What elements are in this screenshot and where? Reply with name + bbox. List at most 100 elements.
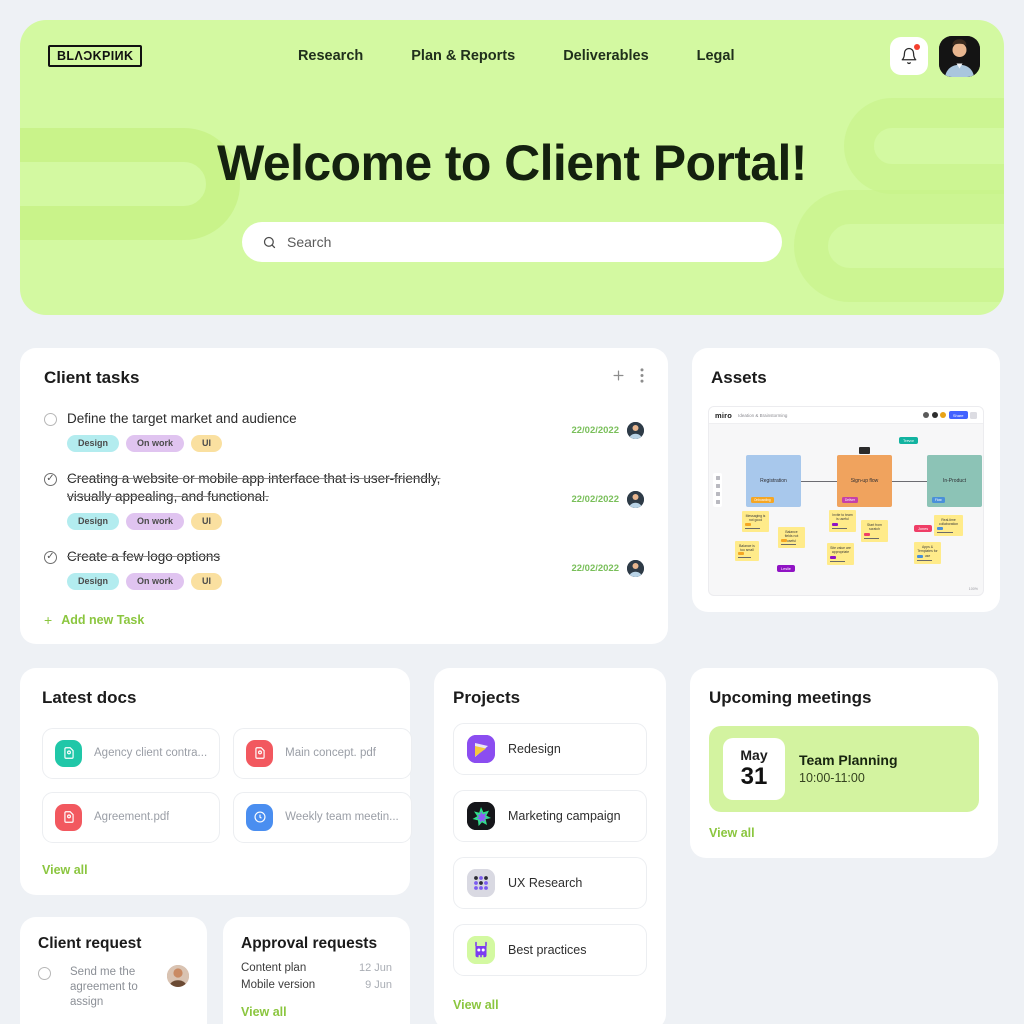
user-avatar[interactable] bbox=[938, 35, 980, 77]
board-sticky-note: Real-time collaboration bbox=[934, 515, 963, 536]
task-checkbox[interactable] bbox=[44, 472, 57, 486]
table-row[interactable]: Create a few logo options Design On work… bbox=[44, 548, 644, 590]
search-bar[interactable] bbox=[242, 222, 782, 262]
list-item[interactable]: Agreement.pdf bbox=[42, 791, 221, 843]
task-date: 22/02/2022 bbox=[571, 425, 619, 437]
board-node-label: In-Product bbox=[942, 478, 967, 484]
project-name: Marketing campaign bbox=[508, 808, 621, 823]
board-toolbar: miro Ideation & Brainstorming Share bbox=[709, 407, 983, 424]
board-sticky-note: Messaging is not good bbox=[742, 511, 769, 532]
miro-logo: miro bbox=[715, 410, 733, 420]
clock-icon bbox=[246, 803, 274, 831]
star-burst-icon bbox=[467, 801, 495, 830]
meetings-view-all-link[interactable]: View all bbox=[709, 826, 755, 840]
list-item[interactable]: Content plan 12 Jun bbox=[241, 962, 392, 974]
board-sticky-note: Balance is too small bbox=[735, 541, 759, 561]
list-item[interactable]: Marketing campaign bbox=[453, 789, 647, 842]
hero-content: Welcome to Client Portal! bbox=[20, 92, 1004, 262]
table-row[interactable]: Creating a website or mobile app interfa… bbox=[44, 470, 644, 530]
doc-name: Agreement.pdf bbox=[94, 811, 170, 823]
list-item[interactable]: Best practices bbox=[453, 923, 647, 976]
brand-logo[interactable]: BLΛƆKPIИK bbox=[48, 45, 143, 67]
approval-requests-card: Approval requests Content plan 12 Jun Mo… bbox=[223, 916, 410, 1024]
approval-name: Content plan bbox=[241, 961, 307, 974]
list-item[interactable]: Agency client contra... bbox=[42, 727, 221, 779]
task-tags: Design On work UI bbox=[67, 512, 571, 530]
board-tool-palette bbox=[713, 473, 722, 507]
meeting-day: 31 bbox=[740, 762, 768, 790]
notifications-button[interactable] bbox=[889, 37, 928, 75]
project-name: Redesign bbox=[508, 741, 561, 756]
board-node-in-product: In-Product Flow bbox=[927, 455, 982, 507]
tag-design: Design bbox=[67, 434, 120, 452]
task-tags: Design On work UI bbox=[67, 434, 571, 452]
nav-item-legal[interactable]: Legal bbox=[697, 48, 735, 64]
request-checkbox[interactable] bbox=[38, 966, 51, 980]
board-zoom-level: 100% bbox=[968, 587, 978, 591]
board-node-registration: Registration Onboarding bbox=[746, 455, 801, 507]
board-connector bbox=[892, 481, 930, 482]
meeting-date-badge: May 31 bbox=[723, 737, 785, 800]
tag-ui: UI bbox=[191, 512, 223, 530]
add-new-task-label: Add new Task bbox=[61, 612, 145, 627]
document-icon bbox=[55, 803, 82, 831]
nav-item-plan-reports[interactable]: Plan & Reports bbox=[411, 48, 515, 64]
left-column: Latest docs Agency client contra... Main… bbox=[20, 667, 412, 1024]
board-share-button[interactable]: Share bbox=[948, 411, 968, 419]
add-new-task-button[interactable]: + Add new Task bbox=[44, 612, 644, 628]
board-node-chip: Deliver bbox=[842, 497, 858, 503]
list-item[interactable]: May 31 Team Planning 10:00-11:00 bbox=[709, 725, 979, 812]
dashboard-row-one: Client tasks Define the target market an… bbox=[20, 348, 1004, 644]
more-vertical-icon bbox=[640, 368, 644, 383]
upcoming-meetings-title: Upcoming meetings bbox=[709, 687, 872, 707]
meeting-name: Team Planning bbox=[799, 752, 898, 768]
board-menu-icon bbox=[970, 411, 977, 419]
document-icon bbox=[55, 739, 82, 767]
add-task-icon-button[interactable] bbox=[611, 368, 626, 383]
hero-banner: BLΛƆKPIИK Research Plan & Reports Delive… bbox=[20, 20, 1004, 315]
task-assignee-avatar bbox=[627, 560, 644, 578]
nav-item-deliverables[interactable]: Deliverables bbox=[563, 48, 648, 64]
request-avatar bbox=[167, 964, 189, 987]
projects-title: Projects bbox=[453, 687, 521, 707]
task-content: Creating a website or mobile app interfa… bbox=[67, 470, 571, 530]
miro-board-preview[interactable]: miro Ideation & Brainstorming Share Regi… bbox=[708, 406, 984, 596]
project-name: Best practices bbox=[508, 942, 587, 957]
list-item[interactable]: Weekly team meetin... bbox=[233, 791, 412, 843]
tag-on-work: On work bbox=[126, 512, 185, 530]
client-request-item[interactable]: Send me the agreement to assign bbox=[38, 964, 189, 1011]
meeting-info: Team Planning 10:00-11:00 bbox=[799, 752, 898, 785]
requests-row: Client request Send me the agreement to … bbox=[20, 916, 410, 1024]
cursor-tool-icon bbox=[715, 476, 720, 480]
search-input[interactable] bbox=[287, 234, 762, 250]
tasks-menu-button[interactable] bbox=[640, 368, 644, 383]
list-item[interactable]: Mobile version 9 Jun bbox=[241, 979, 392, 991]
list-item[interactable]: Main concept. pdf bbox=[233, 727, 412, 779]
task-assignee-avatar bbox=[627, 491, 644, 509]
nav-item-research[interactable]: Research bbox=[298, 48, 363, 64]
robot-icon bbox=[467, 935, 495, 964]
list-item[interactable]: UX Research bbox=[453, 856, 647, 909]
projects-view-all-link[interactable]: View all bbox=[453, 998, 499, 1012]
main-nav: Research Plan & Reports Deliverables Leg… bbox=[298, 48, 735, 64]
task-checkbox[interactable] bbox=[44, 550, 57, 564]
list-item[interactable]: Redesign bbox=[453, 722, 647, 775]
table-row[interactable]: Define the target market and audience De… bbox=[44, 410, 644, 452]
document-icon bbox=[246, 739, 274, 767]
approval-date: 12 Jun bbox=[358, 961, 392, 974]
board-selection-toolbar bbox=[859, 447, 870, 454]
plus-icon: + bbox=[44, 611, 53, 628]
upcoming-meetings-card: Upcoming meetings May 31 Team Planning 1… bbox=[690, 667, 998, 858]
docs-view-all-link[interactable]: View all bbox=[42, 863, 88, 877]
task-checkbox[interactable] bbox=[44, 413, 57, 426]
approvals-view-all-link[interactable]: View all bbox=[241, 1005, 287, 1019]
more-tool-icon bbox=[715, 500, 720, 504]
docs-grid: Agency client contra... Main concept. pd… bbox=[42, 727, 412, 843]
approval-date: 9 Jun bbox=[365, 978, 392, 991]
board-node-chip: Onboarding bbox=[751, 497, 774, 503]
assets-title: Assets bbox=[711, 368, 767, 387]
tag-ui: UI bbox=[191, 572, 223, 590]
assets-card: Assets miro Ideation & Brainstorming Sha… bbox=[692, 348, 1000, 612]
dashboard-row-two: Latest docs Agency client contra... Main… bbox=[20, 667, 1004, 1024]
tag-design: Design bbox=[67, 572, 120, 590]
